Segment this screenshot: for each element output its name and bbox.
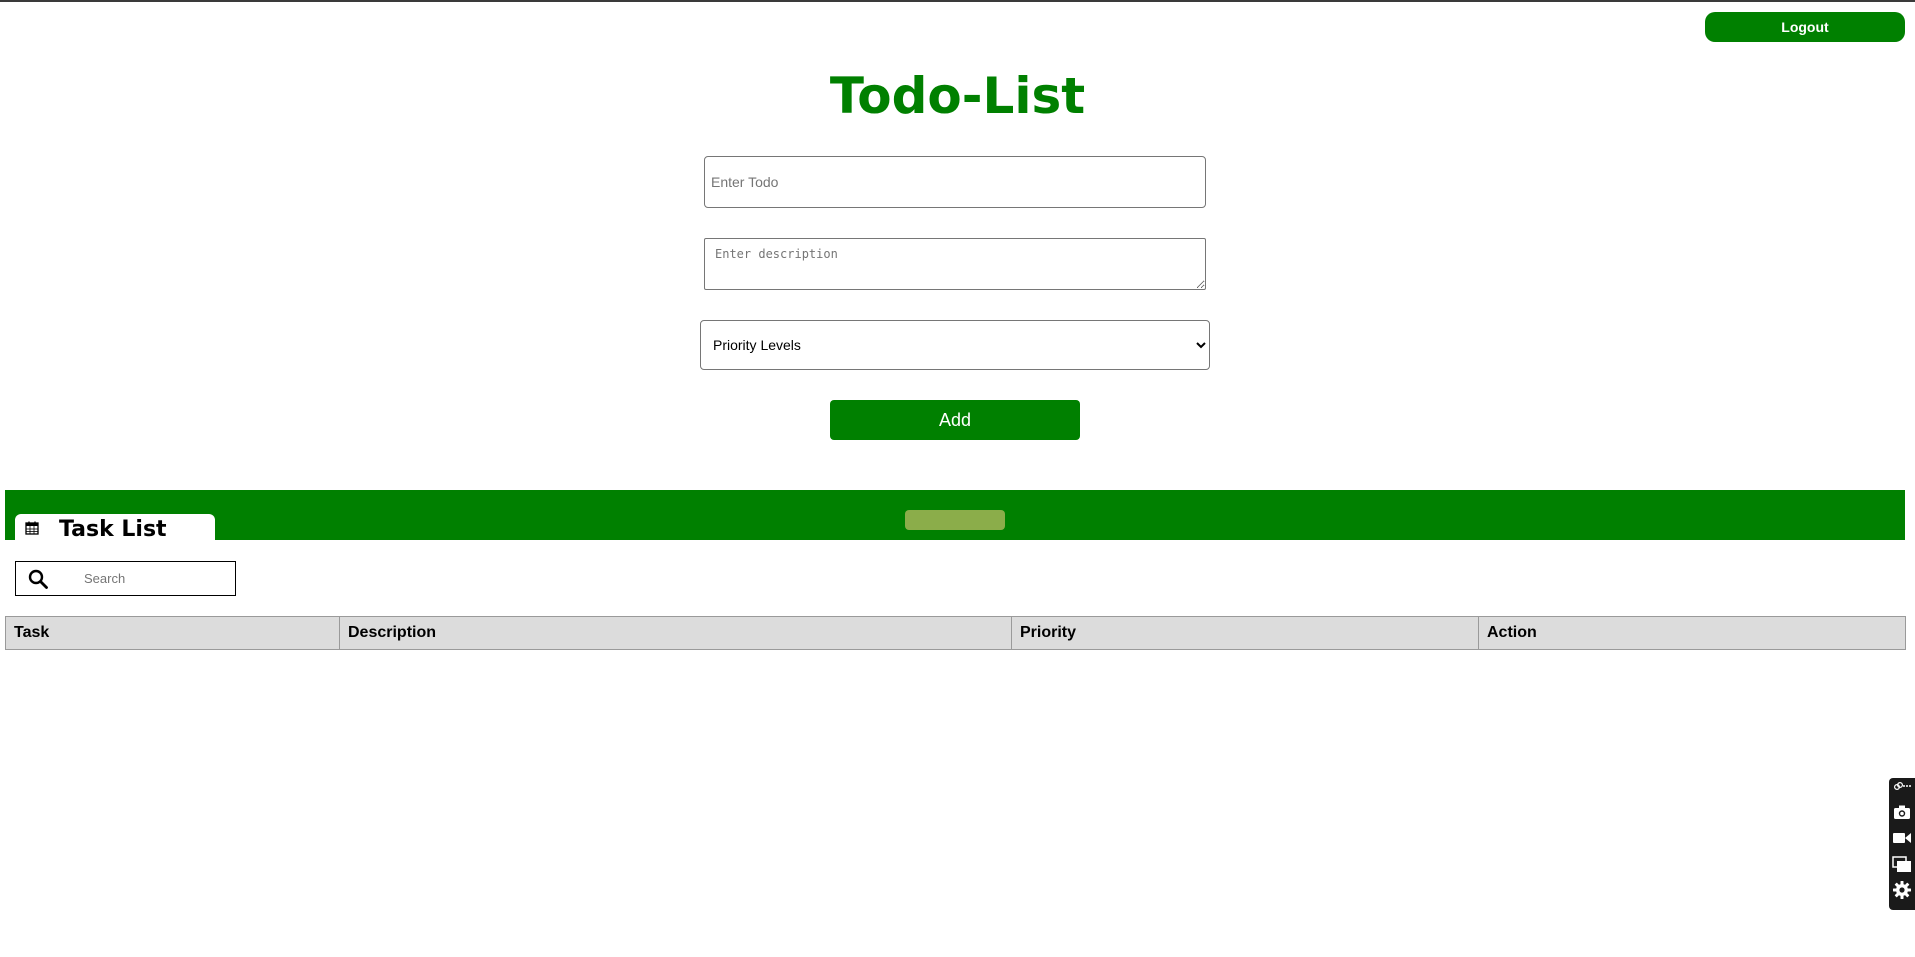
camera-icon[interactable] bbox=[1892, 802, 1912, 822]
calendar-icon bbox=[25, 521, 39, 535]
page-title: Todo-List bbox=[829, 67, 1086, 125]
column-header-description: Description bbox=[339, 616, 1012, 650]
column-header-action: Action bbox=[1478, 616, 1906, 650]
screen-capture-toolbar bbox=[1889, 778, 1915, 910]
band-handle[interactable] bbox=[905, 510, 1005, 530]
logout-button[interactable]: Logout bbox=[1705, 12, 1905, 42]
add-button[interactable]: Add bbox=[830, 400, 1080, 440]
tab-task-list-label: Task List bbox=[59, 517, 167, 542]
table-header-row: Task Description Priority Action bbox=[5, 616, 1906, 650]
link-more-icon[interactable] bbox=[1892, 780, 1912, 800]
video-icon[interactable] bbox=[1892, 828, 1912, 848]
priority-select[interactable]: Priority Levels bbox=[700, 320, 1210, 370]
tab-task-list[interactable]: Task List bbox=[15, 514, 215, 542]
top-border bbox=[0, 0, 1915, 2]
column-header-priority: Priority bbox=[1011, 616, 1479, 650]
gear-icon[interactable] bbox=[1892, 880, 1912, 900]
search-input[interactable] bbox=[64, 566, 224, 591]
screens-icon[interactable] bbox=[1892, 854, 1912, 874]
todo-input[interactable] bbox=[704, 156, 1206, 208]
search-box bbox=[15, 561, 236, 596]
search-icon bbox=[28, 569, 48, 589]
task-table: Task Description Priority Action bbox=[5, 616, 1906, 650]
description-textarea[interactable] bbox=[704, 238, 1206, 290]
column-header-task: Task bbox=[5, 616, 340, 650]
